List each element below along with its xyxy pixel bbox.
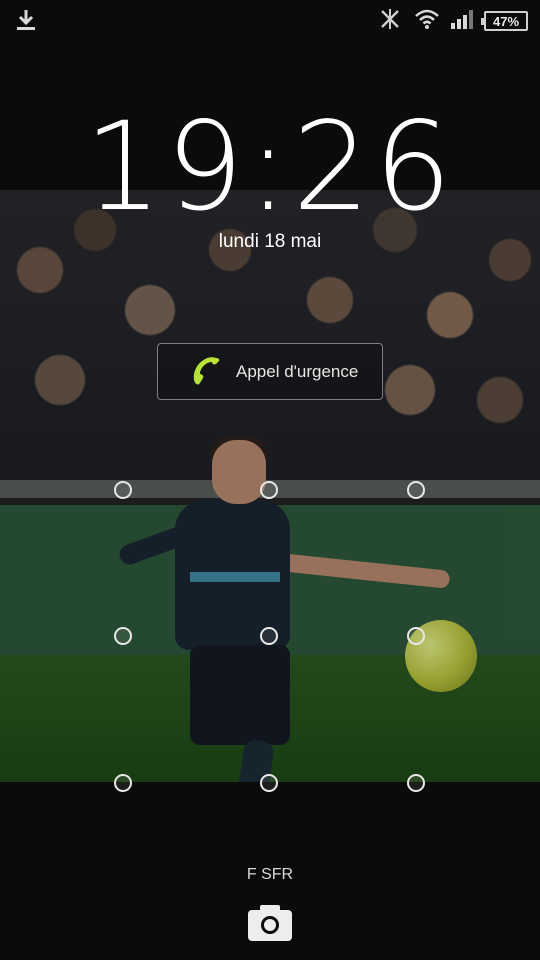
carrier-label: F SFR [246, 866, 294, 883]
phone-icon [186, 352, 226, 392]
pattern-dot-2[interactable] [260, 481, 278, 499]
download-icon [14, 8, 38, 36]
pattern-dot-9[interactable] [407, 774, 425, 792]
pattern-dot-4[interactable] [114, 627, 132, 645]
pattern-dot-6[interactable] [407, 627, 425, 645]
pattern-dot-1[interactable] [114, 481, 132, 499]
battery-icon: 47% [481, 11, 528, 31]
emergency-call-button[interactable]: Appel d'urgence [157, 343, 383, 400]
pattern-dot-5[interactable] [260, 627, 278, 645]
cell-signal-icon [450, 8, 474, 34]
lockscreen-clock: 19:26 [84, 96, 456, 238]
pattern-dot-7[interactable] [114, 774, 132, 792]
wifi-icon [414, 8, 440, 34]
pattern-dot-8[interactable] [260, 774, 278, 792]
battery-percent: 47% [492, 13, 520, 29]
lockscreen-date: lundi 18 mai [218, 231, 322, 252]
status-bar: 47% [0, 0, 540, 38]
nfc-off-icon [376, 7, 404, 35]
pattern-dot-3[interactable] [407, 481, 425, 499]
camera-shortcut-icon[interactable] [248, 903, 292, 941]
emergency-call-label: Appel d'urgence [236, 361, 359, 381]
